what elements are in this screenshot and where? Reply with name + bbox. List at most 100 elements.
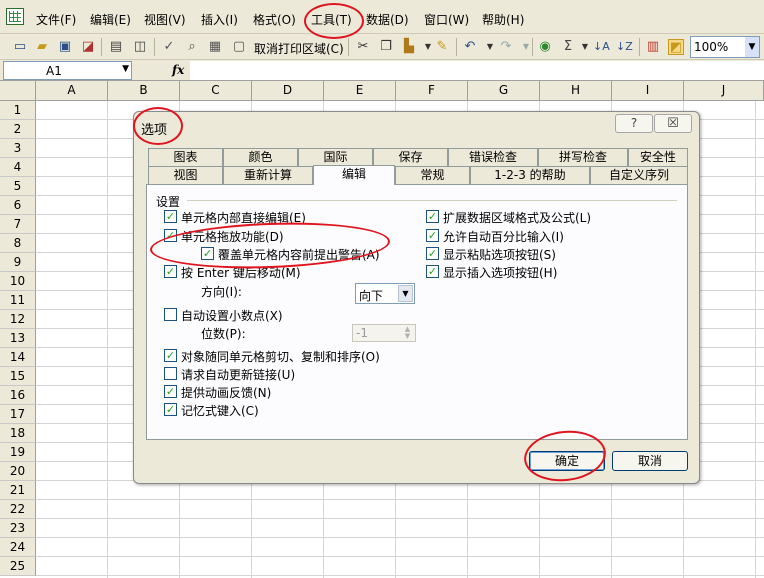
clear-print-area-button[interactable]: 取消打印区域(C): [254, 40, 344, 57]
checkbox-checked-icon[interactable]: ✓: [164, 210, 177, 223]
paste-icon[interactable]: ▙: [401, 39, 417, 55]
chevron-down-icon[interactable]: ▼: [122, 64, 129, 74]
checkbox-checked-icon[interactable]: ✓: [426, 210, 439, 223]
save-icon[interactable]: ▣: [57, 39, 73, 55]
format-painter-icon[interactable]: ✎: [434, 39, 450, 55]
undo-dropdown-icon[interactable]: ▼: [482, 39, 498, 55]
tab-view[interactable]: 视图: [148, 166, 223, 184]
row-header[interactable]: 8: [0, 234, 36, 253]
close-button[interactable]: ☒: [654, 114, 692, 133]
new-document-icon[interactable]: ▭: [12, 39, 28, 55]
cancel-button[interactable]: 取消: [612, 451, 688, 471]
menu-data[interactable]: 数据(D): [366, 11, 409, 28]
tab-spelling[interactable]: 拼写检查: [538, 148, 628, 166]
column-header[interactable]: A: [36, 81, 108, 101]
excel-app-icon[interactable]: [6, 8, 24, 25]
print-preview-icon[interactable]: ◫: [132, 39, 148, 55]
menu-window[interactable]: 窗口(W): [424, 11, 469, 28]
column-header[interactable]: G: [468, 81, 540, 101]
row-header[interactable]: 6: [0, 196, 36, 215]
page-setup-icon[interactable]: ▦: [207, 39, 223, 55]
menu-insert[interactable]: 插入(I): [201, 11, 238, 28]
row-header[interactable]: 12: [0, 310, 36, 329]
name-box[interactable]: A1 ▼: [3, 61, 132, 80]
checkbox-unchecked-icon[interactable]: [164, 308, 177, 321]
tab-security[interactable]: 安全性: [628, 148, 688, 166]
column-header[interactable]: E: [324, 81, 396, 101]
row-header[interactable]: 4: [0, 158, 36, 177]
formula-input[interactable]: [190, 61, 764, 80]
column-header[interactable]: B: [108, 81, 180, 101]
row-header[interactable]: 13: [0, 329, 36, 348]
tab-save[interactable]: 保存: [373, 148, 448, 166]
row-header[interactable]: 18: [0, 424, 36, 443]
tab-calculation[interactable]: 重新计算: [223, 166, 313, 184]
row-header[interactable]: 23: [0, 519, 36, 538]
menu-tools[interactable]: 工具(T): [311, 11, 352, 28]
hyperlink-icon[interactable]: ◉: [537, 39, 553, 55]
zoom-select[interactable]: 100% ▼: [690, 36, 760, 58]
row-header[interactable]: 20: [0, 462, 36, 481]
checkbox-checked-icon[interactable]: ✓: [201, 247, 214, 260]
row-header[interactable]: 3: [0, 139, 36, 158]
undo-icon[interactable]: ↶: [462, 39, 478, 55]
tab-color[interactable]: 颜色: [223, 148, 298, 166]
column-header[interactable]: I: [612, 81, 684, 101]
spelling-icon[interactable]: ✓: [161, 39, 177, 55]
drawing-icon[interactable]: ◩: [668, 39, 684, 55]
tab-chart[interactable]: 图表: [148, 148, 223, 166]
checkbox-checked-icon[interactable]: ✓: [426, 247, 439, 260]
checkbox-checked-icon[interactable]: ✓: [164, 265, 177, 278]
checkbox-checked-icon[interactable]: ✓: [426, 229, 439, 242]
permission-icon[interactable]: ◪: [80, 39, 96, 55]
tab-custom-lists[interactable]: 自定义序列: [590, 166, 688, 184]
ok-button[interactable]: 确定: [529, 451, 605, 471]
column-header[interactable]: C: [180, 81, 252, 101]
tab-lotus-help[interactable]: 1-2-3 的帮助: [470, 166, 590, 184]
insert-function-icon[interactable]: fx: [172, 63, 184, 77]
copy-icon[interactable]: ❐: [378, 39, 394, 55]
tab-international[interactable]: 国际: [298, 148, 373, 166]
column-header[interactable]: J: [684, 81, 764, 101]
menu-format[interactable]: 格式(O): [253, 11, 296, 28]
row-header[interactable]: 9: [0, 253, 36, 272]
row-header[interactable]: 2: [0, 120, 36, 139]
row-header[interactable]: 22: [0, 500, 36, 519]
menu-file[interactable]: 文件(F): [36, 11, 76, 28]
menu-help[interactable]: 帮助(H): [482, 11, 524, 28]
chart-wizard-icon[interactable]: ▥: [645, 39, 661, 55]
column-header[interactable]: F: [396, 81, 468, 101]
autosum-icon[interactable]: Σ: [560, 39, 576, 55]
select-all-corner[interactable]: [0, 81, 36, 101]
checkbox-checked-icon[interactable]: ✓: [164, 229, 177, 242]
checkbox-checked-icon[interactable]: ✓: [164, 403, 177, 416]
row-header[interactable]: 24: [0, 538, 36, 557]
row-header[interactable]: 1: [0, 101, 36, 120]
menu-edit[interactable]: 编辑(E): [90, 11, 131, 28]
column-header[interactable]: H: [540, 81, 612, 101]
row-header[interactable]: 5: [0, 177, 36, 196]
row-header[interactable]: 10: [0, 272, 36, 291]
row-header[interactable]: 19: [0, 443, 36, 462]
checkbox-checked-icon[interactable]: ✓: [164, 349, 177, 362]
cut-icon[interactable]: ✂: [355, 39, 371, 55]
chevron-down-icon[interactable]: ▼: [398, 285, 413, 302]
autosum-dropdown-icon[interactable]: ▼: [577, 39, 593, 55]
row-header[interactable]: 15: [0, 367, 36, 386]
redo-icon[interactable]: ↷: [498, 39, 514, 55]
row-header[interactable]: 16: [0, 386, 36, 405]
chevron-down-icon[interactable]: ▼: [745, 37, 759, 57]
print-icon[interactable]: ▤: [108, 39, 124, 55]
sort-ascending-icon[interactable]: ↓A: [593, 39, 610, 55]
menu-view[interactable]: 视图(V): [144, 11, 186, 28]
row-header[interactable]: 17: [0, 405, 36, 424]
checkbox-checked-icon[interactable]: ✓: [426, 265, 439, 278]
research-icon[interactable]: ⌕: [184, 39, 200, 55]
row-header[interactable]: 11: [0, 291, 36, 310]
tab-edit[interactable]: 编辑: [313, 165, 395, 185]
direction-select[interactable]: 向下 ▼: [355, 283, 415, 304]
row-header[interactable]: 21: [0, 481, 36, 500]
tab-error-checking[interactable]: 错误检查: [448, 148, 538, 166]
help-button[interactable]: ?: [615, 114, 653, 133]
row-header[interactable]: 25: [0, 557, 36, 576]
